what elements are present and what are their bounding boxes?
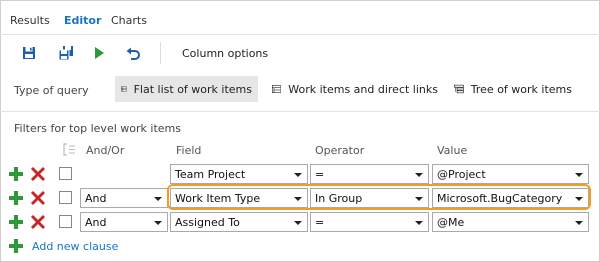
operator-select[interactable]: = [310, 164, 429, 184]
query-type-tree-label: Tree of work items [470, 82, 572, 96]
operator-select[interactable]: = [310, 212, 429, 232]
undo-icon [126, 47, 140, 60]
clause-row: And Assigned To = @Me [8, 212, 598, 232]
add-clause-icon[interactable] [8, 190, 24, 206]
tab-results[interactable]: Results [10, 14, 50, 27]
tab-editor[interactable]: Editor [64, 14, 101, 27]
tab-charts[interactable]: Charts [111, 14, 147, 27]
filters-title: Filters for top level work items [14, 122, 181, 135]
query-type-direct-links-label: Work items and direct links [288, 82, 438, 96]
run-query-button[interactable] [90, 44, 108, 62]
add-icon [9, 239, 23, 253]
delete-clause-icon[interactable] [30, 214, 46, 230]
query-type-direct-links[interactable]: Work items and direct links [266, 76, 444, 102]
query-type-flat-list[interactable]: Flat list of work items [115, 76, 258, 102]
clause-checkbox[interactable] [59, 167, 72, 180]
add-new-clause-link[interactable]: Add new clause [8, 238, 118, 254]
header-operator: Operator [315, 144, 365, 157]
save-icon [23, 47, 35, 59]
save-as-button[interactable] [57, 44, 75, 62]
delete-clause-icon[interactable] [30, 190, 46, 206]
add-new-clause-label: Add new clause [32, 239, 119, 253]
flat-list-icon [121, 86, 127, 92]
andor-select[interactable]: And [80, 188, 168, 208]
save-button[interactable] [20, 44, 38, 62]
header-field: Field [176, 144, 202, 157]
andor-select[interactable]: And [80, 212, 168, 232]
tree-icon [454, 84, 464, 94]
tabs-divider [0, 34, 600, 35]
highlighted-clause-outline [167, 184, 591, 210]
value-select[interactable]: @Project [432, 164, 589, 184]
clause-checkbox[interactable] [59, 215, 72, 228]
clause-checkbox[interactable] [59, 191, 72, 204]
section-divider [0, 111, 600, 112]
direct-links-icon [272, 85, 282, 93]
query-type-flat-list-label: Flat list of work items [133, 82, 252, 96]
column-options-button[interactable]: Column options [182, 47, 268, 60]
clause-row: Team Project = @Project [8, 164, 598, 184]
delete-clause-icon[interactable] [30, 166, 46, 182]
header-value: Value [437, 144, 468, 157]
query-type-tree[interactable]: Tree of work items [448, 76, 578, 102]
query-type-label: Type of query [14, 84, 89, 97]
add-clause-icon[interactable] [8, 166, 24, 182]
value-select[interactable]: @Me [432, 212, 589, 232]
add-clause-icon[interactable] [8, 214, 24, 230]
undo-button[interactable] [124, 44, 142, 62]
field-select[interactable]: Assigned To [170, 212, 308, 232]
toolbar-divider [160, 42, 161, 64]
run-icon [95, 47, 104, 59]
header-andor: And/Or [86, 144, 125, 157]
save-as-icon [58, 46, 73, 61]
group-clauses-icon[interactable] [63, 143, 76, 159]
field-select[interactable]: Team Project [170, 164, 308, 184]
